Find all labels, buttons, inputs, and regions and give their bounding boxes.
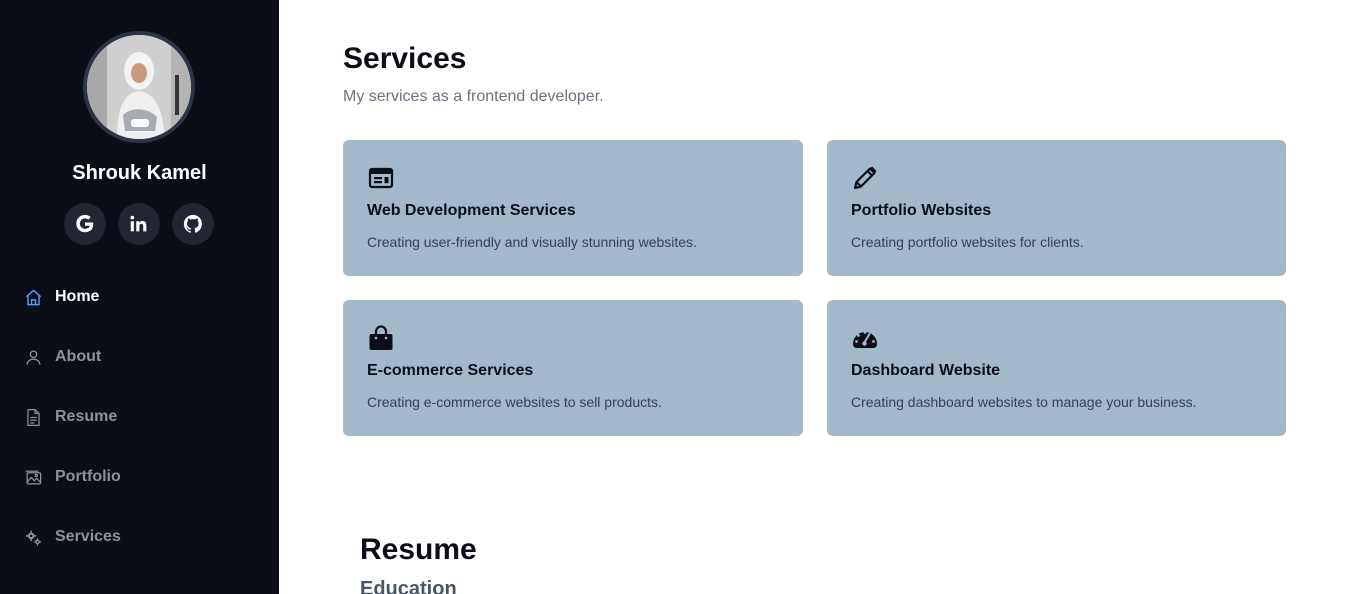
service-card-description: Creating user-friendly and visually stun… (367, 234, 697, 250)
service-card-description: Creating e-commerce websites to sell pro… (367, 394, 662, 410)
nav-item-portfolio[interactable]: Portfolio (0, 447, 279, 507)
linkedin-link-button[interactable] (118, 203, 160, 245)
user-icon (23, 347, 43, 367)
nav-label-services: Services (55, 528, 121, 545)
nav-item-services[interactable]: Services (0, 507, 279, 567)
avatar[interactable] (83, 31, 195, 143)
main-content: Services My services as a frontend devel… (279, 0, 1348, 594)
service-card-dashboard[interactable]: Dashboard Website Creating dashboard web… (827, 300, 1286, 436)
shopping-bag-icon (367, 324, 395, 352)
main-nav: Home About Resume Portfolio Services (0, 267, 279, 567)
services-title: Services (343, 42, 467, 75)
service-card-web-development[interactable]: Web Development Services Creating user-f… (343, 140, 803, 276)
service-card-title: E-commerce Services (367, 362, 534, 379)
resume-subtitle-education: Education (360, 578, 457, 594)
service-card-description: Creating portfolio websites for clients. (851, 234, 1084, 250)
gears-icon (23, 527, 43, 547)
github-icon (183, 214, 202, 233)
nav-label-portfolio: Portfolio (55, 468, 121, 485)
github-link-button[interactable] (172, 203, 214, 245)
pencil-icon (851, 164, 879, 192)
speedometer-icon (851, 324, 879, 352)
services-subtitle: My services as a frontend developer. (343, 88, 604, 105)
service-card-description: Creating dashboard websites to manage yo… (851, 394, 1197, 410)
image-icon (23, 467, 43, 487)
profile-name: Shrouk Kamel (72, 162, 207, 184)
service-card-portfolio-websites[interactable]: Portfolio Websites Creating portfolio we… (827, 140, 1286, 276)
services-grid: Web Development Services Creating user-f… (343, 140, 1286, 436)
nav-label-resume: Resume (55, 408, 118, 425)
nav-label-home: Home (55, 288, 100, 305)
social-links (64, 203, 214, 245)
service-card-title: Dashboard Website (851, 362, 1001, 379)
nav-item-resume[interactable]: Resume (0, 387, 279, 447)
nav-item-about[interactable]: About (0, 327, 279, 387)
resume-title: Resume (360, 533, 477, 566)
sidebar: Shrouk Kamel Home About Resume Portfolio… (0, 0, 279, 594)
browser-window-icon (367, 164, 395, 192)
linkedin-icon (130, 215, 147, 232)
service-card-title: Web Development Services (367, 202, 576, 219)
profile-photo (87, 35, 191, 139)
google-icon (76, 214, 94, 233)
nav-label-about: About (55, 348, 102, 365)
service-card-title: Portfolio Websites (851, 202, 992, 219)
service-card-ecommerce[interactable]: E-commerce Services Creating e-commerce … (343, 300, 803, 436)
home-icon (23, 287, 43, 307)
document-icon (23, 407, 43, 427)
google-link-button[interactable] (64, 203, 106, 245)
nav-item-home[interactable]: Home (0, 267, 279, 327)
